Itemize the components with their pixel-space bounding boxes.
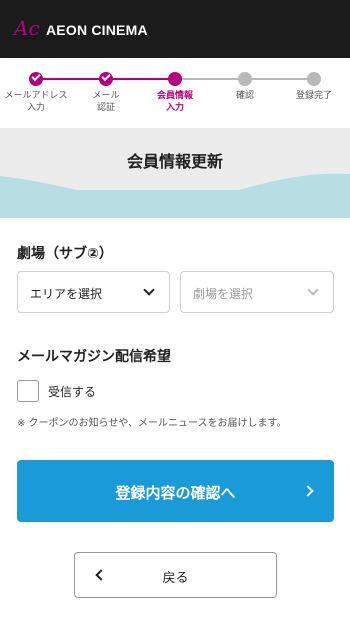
theater-select[interactable]: 劇場を選択 (180, 271, 334, 313)
area-select-value: エリアを選択 (30, 287, 103, 301)
registration-stepper: メールアドレス 入力 メール 認証 会員情報 入力 確認 登録完了 (0, 58, 350, 128)
step-label-email-verify: メール 認証 (92, 91, 120, 113)
confirm-registration-button[interactable]: 登録内容の確認へ (17, 460, 334, 522)
step-connector (36, 78, 106, 80)
step-label-complete: 登録完了 (295, 91, 332, 101)
step-label-member-info: 会員情報 入力 (156, 91, 193, 113)
step-connector (175, 78, 245, 80)
step-3-current-dot (168, 72, 182, 86)
back-button-label: 戻る (162, 571, 189, 586)
step-5-dot (307, 72, 321, 86)
chevron-down-icon (307, 284, 319, 296)
area-select[interactable]: エリアを選択 (17, 271, 170, 313)
mail-magazine-label: メールマガジン配信希望 (17, 349, 171, 365)
theater-select-value: 劇場を選択 (193, 287, 254, 301)
decorative-wave-lower (0, 190, 350, 214)
mail-magazine-note: ※ クーポンのお知らせや、メールニュースをお届けします。 (17, 418, 287, 429)
theater-sub2-label: 劇場（サブ②） (17, 246, 113, 262)
receive-checkbox[interactable] (17, 380, 39, 402)
chevron-down-icon (143, 284, 155, 296)
aeon-cinema-logo-text: AEON CINEMA (46, 22, 148, 38)
back-button[interactable]: 戻る (74, 552, 277, 598)
step-label-confirm: 確認 (235, 91, 254, 101)
aeon-cinema-logo-mark: Ac (14, 16, 40, 40)
confirm-button-label: 登録内容の確認へ (115, 484, 236, 502)
step-2-check-icon (99, 71, 113, 86)
step-connector (106, 78, 175, 80)
step-1-check-icon (29, 71, 43, 86)
step-4-dot (238, 72, 252, 86)
receive-checkbox-label[interactable]: 受信する (48, 383, 96, 400)
app-header: Ac AEON CINEMA (0, 0, 350, 58)
step-label-email-input: メールアドレス 入力 (4, 91, 68, 113)
step-connector (245, 78, 314, 80)
